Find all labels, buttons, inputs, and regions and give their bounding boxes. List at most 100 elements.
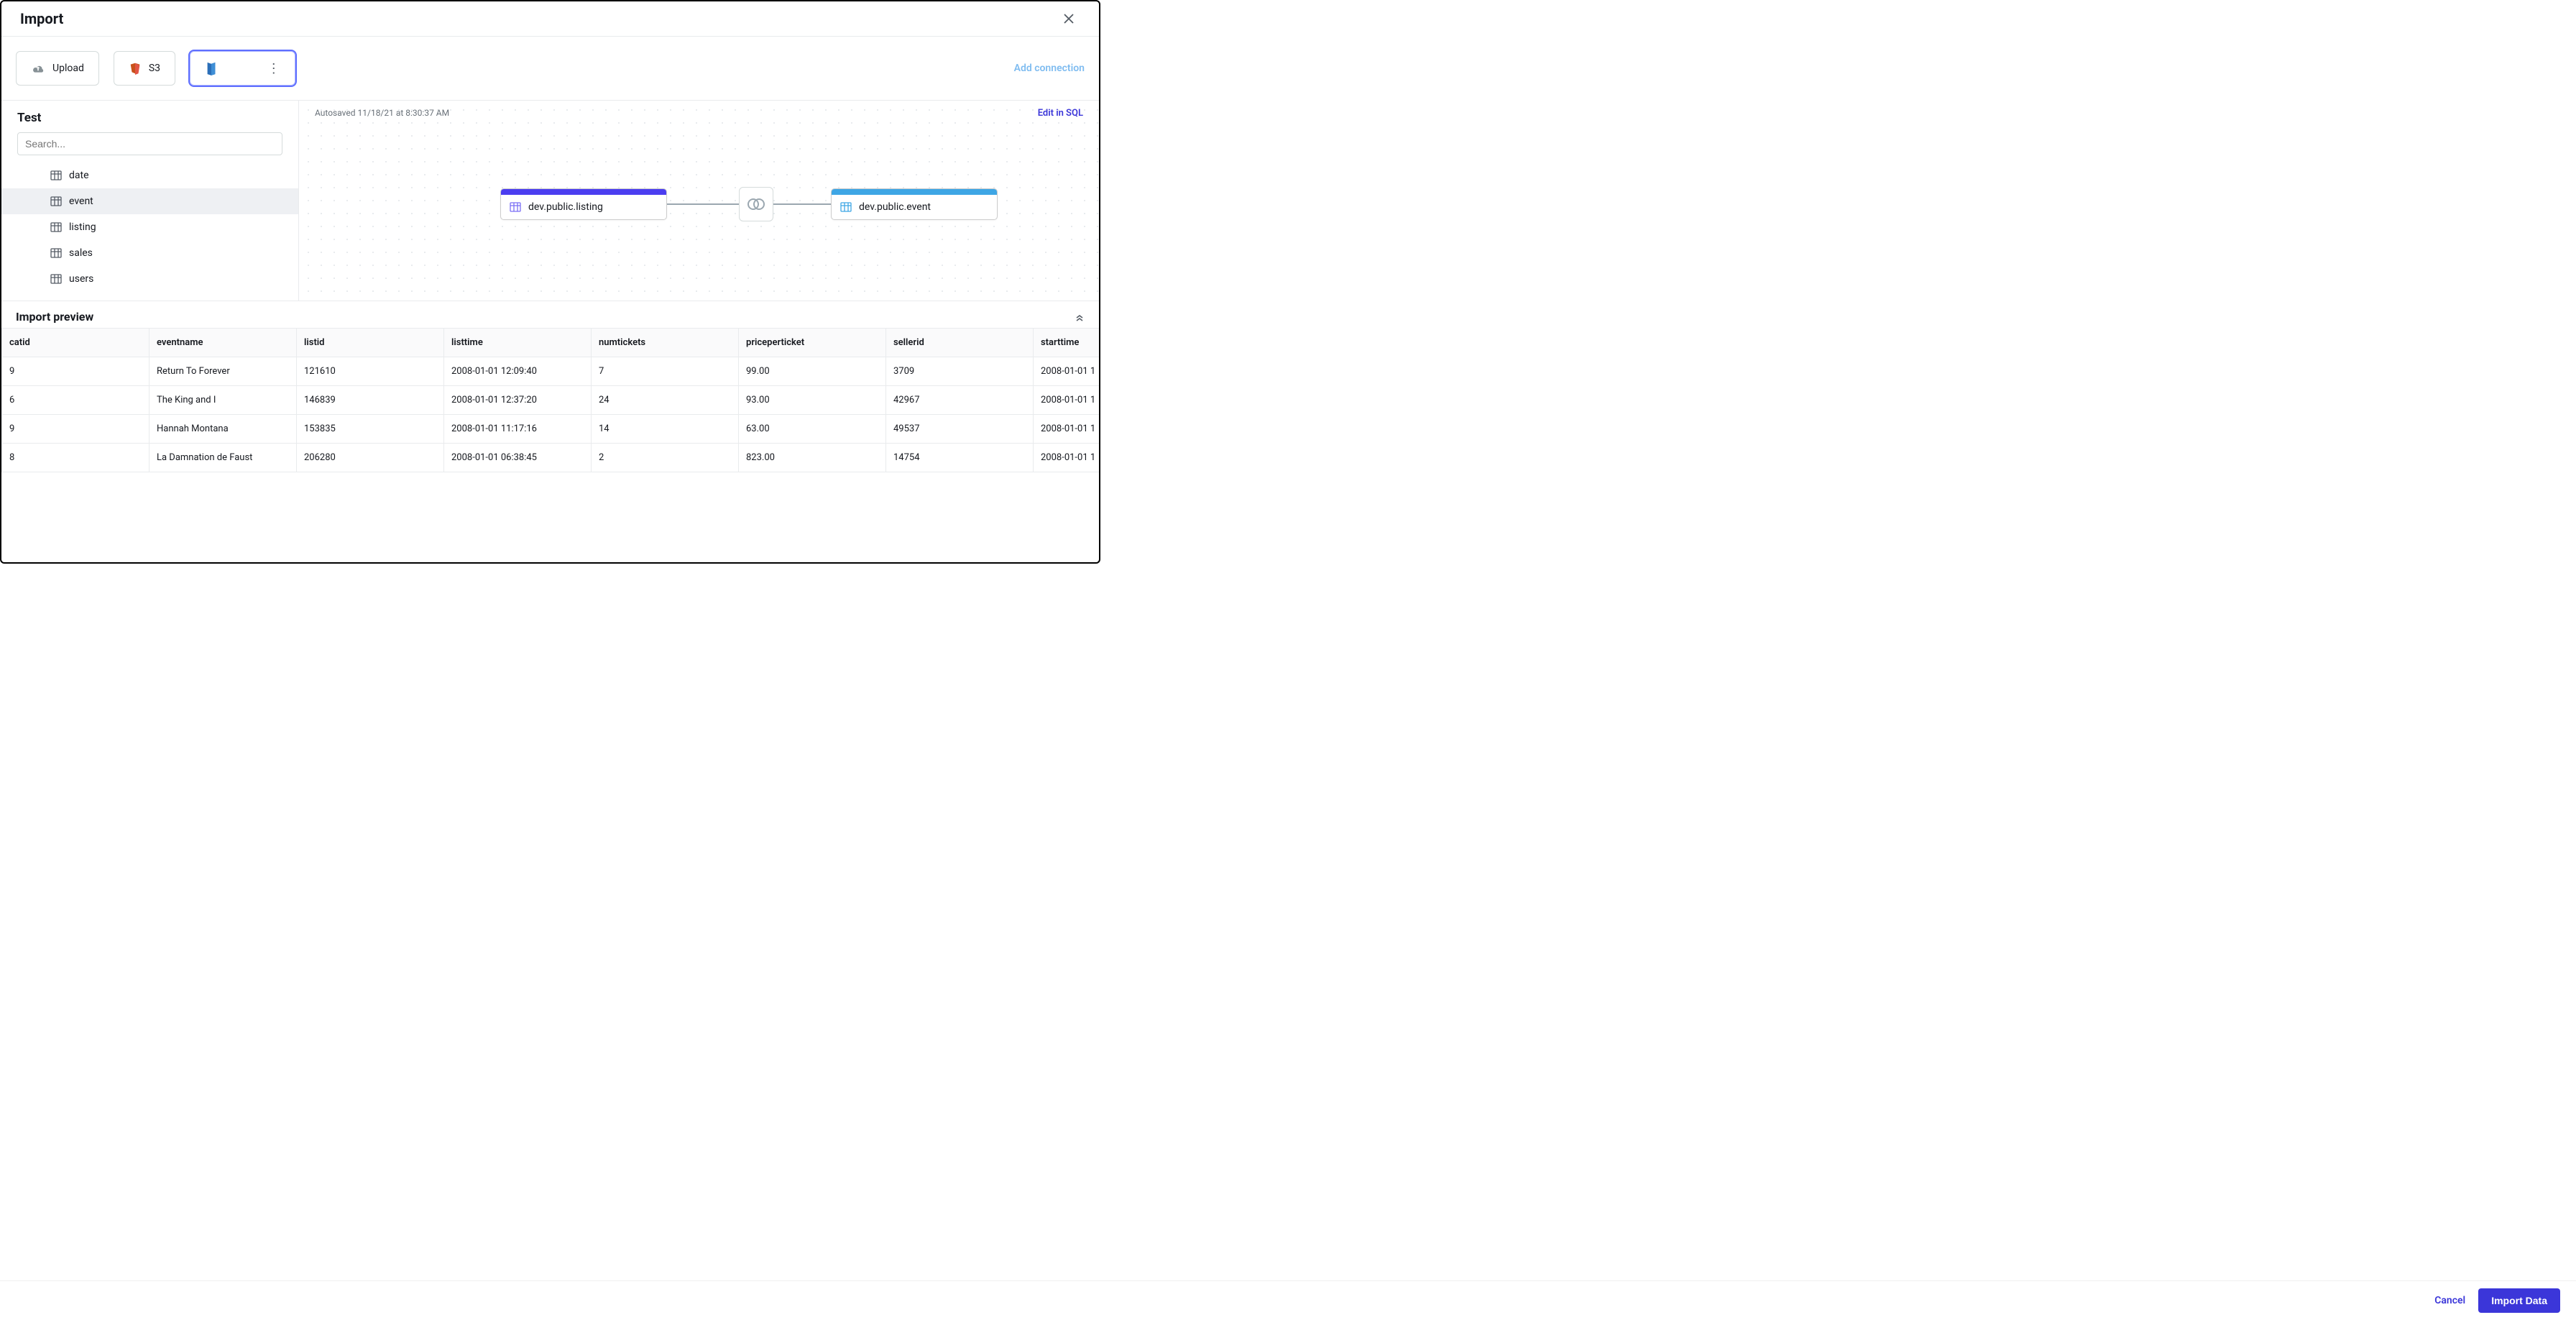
chevron-up-double-icon: [1075, 312, 1085, 322]
sidebar-item-label: users: [69, 273, 93, 285]
cell-listtime: 2008-01-01 06:38:45: [444, 444, 592, 472]
cell-starttime: 2008-01-01 1: [1034, 386, 1100, 415]
cell-eventname: The King and I: [150, 386, 297, 415]
upload-source-button[interactable]: Upload: [16, 51, 99, 86]
sidebar-item-users[interactable]: users: [1, 266, 298, 292]
table-list[interactable]: date event listing sales users: [1, 162, 298, 292]
source-bar: Upload S3 Redshift Test ⋮ Add connection: [1, 37, 1099, 101]
redshift-icon: [205, 61, 218, 75]
table-row[interactable]: 6The King and I1468392008-01-01 12:37:20…: [2, 386, 1100, 415]
sidebar-item-label: sales: [69, 247, 93, 259]
cell-priceperticket: 63.00: [739, 415, 886, 444]
node-label: dev.public.listing: [528, 201, 603, 213]
sidebar-item-listing[interactable]: listing: [1, 214, 298, 240]
connection-line: [773, 203, 831, 205]
cell-starttime: 2008-01-01 1: [1034, 357, 1100, 386]
table-icon: [50, 248, 62, 258]
cancel-button[interactable]: Cancel: [2434, 1295, 2465, 1306]
sidebar-item-date[interactable]: date: [1, 162, 298, 188]
col-listtime[interactable]: listtime: [444, 329, 592, 357]
preview-title: Import preview: [16, 310, 93, 324]
cell-sellerid: 42967: [886, 386, 1034, 415]
cell-catid: 9: [2, 357, 150, 386]
cell-catid: 6: [2, 386, 150, 415]
cell-catid: 9: [2, 415, 150, 444]
import-data-button[interactable]: Import Data: [2478, 1288, 2560, 1313]
table-row[interactable]: 9Return To Forever1216102008-01-01 12:09…: [2, 357, 1100, 386]
collapse-button[interactable]: [1075, 312, 1085, 322]
cell-numtickets: 2: [592, 444, 739, 472]
close-button[interactable]: [1057, 10, 1080, 27]
cell-listtime: 2008-01-01 12:09:40: [444, 357, 592, 386]
cell-numtickets: 14: [592, 415, 739, 444]
cell-priceperticket: 93.00: [739, 386, 886, 415]
cell-eventname: La Damnation de Faust: [150, 444, 297, 472]
cell-eventname: Return To Forever: [150, 357, 297, 386]
table-sidebar: Test date event listing sales: [1, 101, 299, 301]
cell-numtickets: 24: [592, 386, 739, 415]
col-starttime[interactable]: starttime: [1034, 329, 1100, 357]
table-icon: [50, 170, 62, 180]
preview-table-container[interactable]: catid eventname listid listtime numticke…: [1, 328, 1099, 472]
cell-sellerid: 3709: [886, 357, 1034, 386]
cell-listid: 146839: [297, 386, 444, 415]
table-row[interactable]: 9Hannah Montana1538352008-01-01 11:17:16…: [2, 415, 1100, 444]
cell-listtime: 2008-01-01 12:37:20: [444, 386, 592, 415]
s3-icon: [129, 62, 142, 75]
col-catid[interactable]: catid: [2, 329, 150, 357]
cell-numtickets: 7: [592, 357, 739, 386]
main-area: Test date event listing sales: [1, 101, 1099, 301]
search-input[interactable]: [17, 132, 282, 155]
col-numtickets[interactable]: numtickets: [592, 329, 739, 357]
cell-listid: 206280: [297, 444, 444, 472]
col-priceperticket[interactable]: priceperticket: [739, 329, 886, 357]
join-icon: [746, 197, 766, 211]
canvas-node-listing[interactable]: dev.public.listing: [500, 188, 667, 220]
cell-priceperticket: 823.00: [739, 444, 886, 472]
add-connection-link[interactable]: Add connection: [1014, 63, 1085, 74]
node-label: dev.public.event: [859, 201, 931, 213]
table-icon: [50, 196, 62, 206]
dialog-header: Import: [1, 1, 1099, 37]
sidebar-item-label: listing: [69, 221, 96, 233]
connection-line: [667, 203, 739, 205]
sidebar-item-label: event: [69, 196, 93, 207]
edit-sql-link[interactable]: Edit in SQL: [1038, 108, 1083, 119]
cell-catid: 8: [2, 444, 150, 472]
cell-listid: 153835: [297, 415, 444, 444]
canvas-node-event[interactable]: dev.public.event: [831, 188, 998, 220]
table-icon: [510, 202, 521, 212]
sidebar-item-label: date: [69, 170, 89, 181]
cell-listtime: 2008-01-01 11:17:16: [444, 415, 592, 444]
table-icon: [840, 202, 852, 212]
join-canvas[interactable]: Autosaved 11/18/21 at 8:30:37 AM Edit in…: [299, 101, 1099, 301]
sidebar-item-sales[interactable]: sales: [1, 240, 298, 266]
sidebar-title: Test: [1, 111, 298, 132]
col-sellerid[interactable]: sellerid: [886, 329, 1034, 357]
autosaved-text: Autosaved 11/18/21 at 8:30:37 AM: [315, 108, 449, 119]
preview-header: Import preview: [1, 301, 1099, 328]
cell-starttime: 2008-01-01 1: [1034, 415, 1100, 444]
cell-sellerid: 49537: [886, 415, 1034, 444]
cloud-upload-icon: [31, 63, 45, 74]
s3-label: S3: [149, 63, 160, 74]
cell-sellerid: 14754: [886, 444, 1034, 472]
source-menu-button[interactable]: ⋮: [262, 61, 280, 76]
page-title: Import: [20, 10, 63, 27]
table-row[interactable]: 8La Damnation de Faust2062802008-01-01 0…: [2, 444, 1100, 472]
close-icon: [1063, 13, 1075, 24]
cell-priceperticket: 99.00: [739, 357, 886, 386]
col-eventname[interactable]: eventname: [150, 329, 297, 357]
table-icon: [50, 222, 62, 232]
s3-source-button[interactable]: S3: [114, 51, 175, 86]
upload-label: Upload: [52, 63, 84, 74]
join-node[interactable]: [739, 187, 773, 221]
preview-table: catid eventname listid listtime numticke…: [1, 328, 1099, 472]
cell-starttime: 2008-01-01 1: [1034, 444, 1100, 472]
sidebar-item-event[interactable]: event: [1, 188, 298, 214]
cell-listid: 121610: [297, 357, 444, 386]
col-listid[interactable]: listid: [297, 329, 444, 357]
dialog-footer: Cancel Import Data: [0, 1280, 2576, 1320]
redshift-source-button[interactable]: Redshift Test ⋮: [190, 51, 295, 86]
table-icon: [50, 274, 62, 284]
